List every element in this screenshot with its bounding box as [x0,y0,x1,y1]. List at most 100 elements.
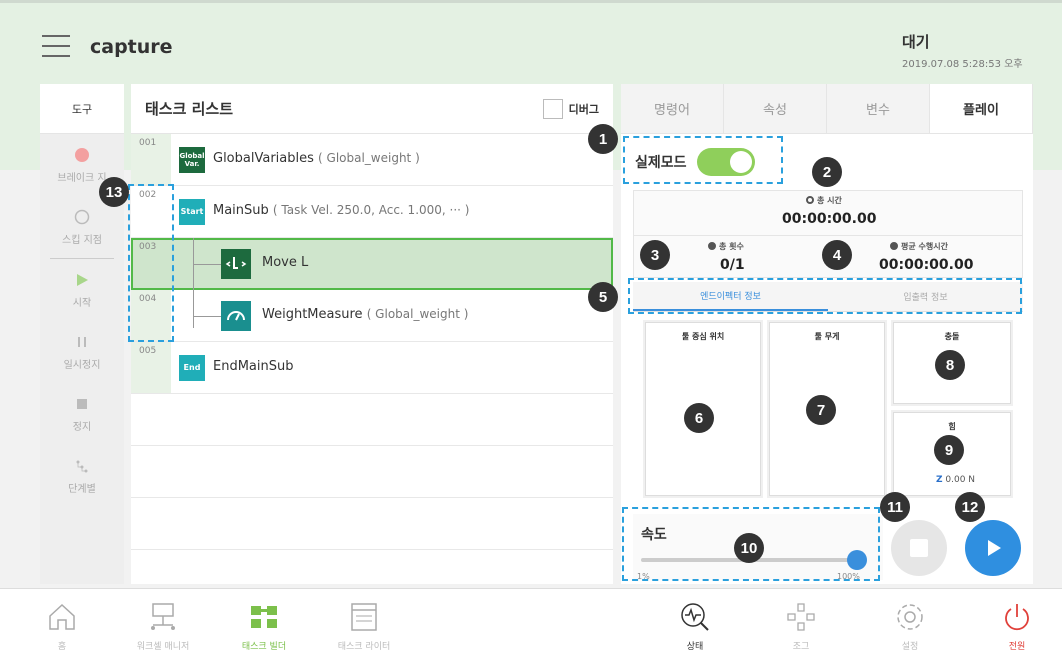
marker-8: 8 [935,350,965,380]
marker-7: 7 [806,395,836,425]
global-var-badge-icon: Global Var. [179,147,205,173]
tools-title: 도구 [40,84,124,134]
jog-icon [787,603,815,631]
app-title: capture [90,36,173,58]
task-row[interactable]: 004 WeightMeasure ( Global_weight ) [131,290,613,342]
task-name: GlobalVariables [213,151,314,166]
nav-task-writer[interactable]: 태스크 라이터 [319,601,409,652]
force-z-value: Z 0.00 N [936,475,976,485]
workcell-icon [151,603,175,630]
tree-branch [193,316,221,317]
row-number: 001 [131,134,171,185]
task-name: Move L [262,255,309,270]
play-icon [988,540,1001,556]
debug-checkbox[interactable] [542,98,563,119]
debug-toggle[interactable]: 디버그 [542,98,599,119]
marker-9: 9 [934,435,964,465]
marker-13: 13 [99,177,129,207]
total-count-label: 총 횟수 [708,241,744,252]
hamburger-menu-icon[interactable] [42,35,70,57]
count-icon [708,242,716,250]
task-params: ( Task Vel. 250.0, Acc. 1.000, ··· ) [272,203,470,217]
tab-commands[interactable]: 명령어 [621,84,724,133]
empty-row [131,446,613,498]
marker-5: 5 [588,282,618,312]
nav-settings[interactable]: 설정 [865,601,955,652]
status-datetime: 2019.07.08 5:28:53 오후 [902,59,1023,70]
empty-row [131,498,613,550]
tree-line [193,290,194,328]
tab-variables[interactable]: 변수 [827,84,930,133]
bottom-nav: 홈 워크셀 매니저 태스크 빌더 태스크 라이터 상태 조그 설정 전원 [0,588,1062,663]
tool-pause[interactable]: 일시정지 [40,321,124,383]
task-list-header: 태스크 리스트 디버그 [131,84,613,134]
annotation-box-rows [128,184,174,342]
tool-step[interactable]: 단계별 [40,445,124,507]
force-title: 힘 [948,422,956,431]
tab-play[interactable]: 플레이 [930,84,1033,133]
start-badge-icon: Start [179,199,205,225]
pause-icon [78,336,86,347]
task-writer-icon [351,603,377,631]
collision-title: 충돌 [944,332,960,341]
task-list-panel: 태스크 리스트 디버그 001 Global Var. GlobalVariab… [131,84,613,584]
total-time-value: 00:00:00.00 [782,211,877,227]
marker-4: 4 [822,240,852,270]
marker-6: 6 [684,403,714,433]
avg-time-icon [890,242,898,250]
tool-stop[interactable]: 정지 [40,383,124,445]
stop-icon [77,398,87,409]
nav-status[interactable]: 상태 [650,601,740,652]
task-row-selected[interactable]: 003 Move L [131,238,613,290]
task-row[interactable]: 005 End EndMainSub [131,342,613,394]
nav-home[interactable]: 홈 [17,601,107,652]
marker-3: 3 [640,240,670,270]
skip-point-icon [74,209,90,224]
avg-time-label: 평균 수행시간 [890,241,948,252]
tool-center-title: 툴 중심 위치 [681,332,725,341]
breakpoint-icon [75,147,89,162]
empty-row [131,394,613,446]
task-params: ( Global_weight ) [366,307,469,321]
end-badge-icon: End [179,355,205,381]
task-list-title: 태스크 리스트 [145,100,234,118]
marker-1: 1 [588,124,618,154]
task-name: MainSub [213,203,269,218]
nav-workcell-manager[interactable]: 워크셀 매니저 [118,601,208,652]
task-name: EndMainSub [213,359,294,374]
settings-icon [897,604,923,630]
marker-12: 12 [955,492,985,522]
marker-11: 11 [880,492,910,522]
stop-button[interactable] [891,520,947,576]
home-icon [49,603,75,630]
weight-measure-icon [221,301,251,331]
stop-icon [910,539,928,557]
task-row[interactable]: 001 Global Var. GlobalVariables ( Global… [131,134,613,186]
status-icon [681,603,709,631]
robot-status: 대기 [902,33,930,51]
nav-power[interactable]: 전원 [972,601,1062,652]
stats-divider [634,235,1022,236]
tab-properties[interactable]: 속성 [724,84,827,133]
total-count-value: 0/1 [720,257,745,273]
move-l-icon [221,249,251,279]
tool-weight-title: 툴 무게 [814,332,840,341]
task-name: WeightMeasure [262,307,363,322]
nav-task-builder[interactable]: 태스크 빌더 [219,601,309,652]
total-time-label: 총 시간 [806,195,842,206]
debug-label: 디버그 [568,102,599,116]
task-builder-icon [251,606,277,628]
marker-10: 10 [734,533,764,563]
task-row[interactable]: 002 Start MainSub ( Task Vel. 250.0, Acc… [131,186,613,238]
avg-time-value: 00:00:00.00 [879,257,974,273]
play-button[interactable] [965,520,1021,576]
tools-panel: 도구 브레이크 지 스킵 지점 시작 일시정지 정지 단계별 [40,84,124,584]
tool-start[interactable]: 시작 [40,259,124,321]
annotation-box-real-mode [623,136,783,184]
right-tabs: 명령어 속성 변수 플레이 [621,84,1033,134]
nav-jog[interactable]: 조그 [756,601,846,652]
step-icon [76,460,88,472]
task-params: ( Global_weight ) [318,151,420,165]
clock-icon [806,196,814,204]
annotation-box-subtabs [628,278,1022,314]
